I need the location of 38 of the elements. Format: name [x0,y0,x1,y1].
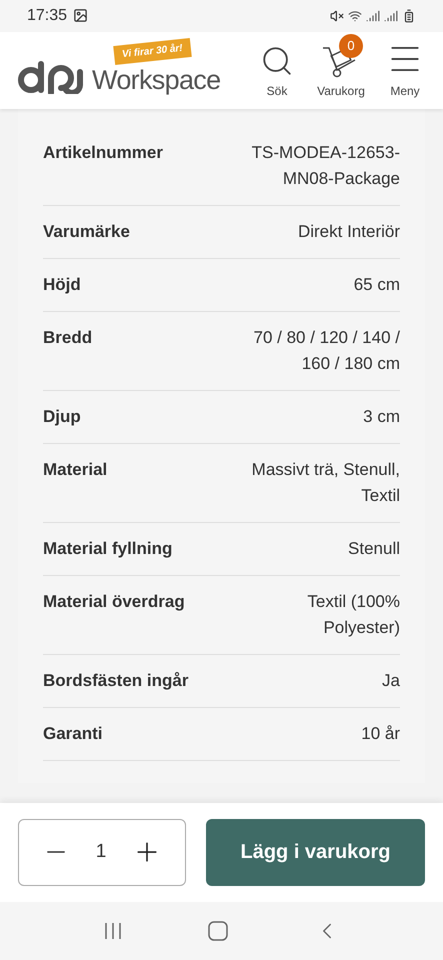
spec-value: Ja [382,670,400,692]
spec-label: Djup [43,406,81,428]
battery-icon [402,8,416,23]
spec-value: 10 år [361,722,400,745]
spec-label: Bredd [43,326,92,349]
spec-label: Varumärke [43,220,130,243]
wifi-icon [348,8,362,23]
spec-value: 65 cm [354,274,400,296]
spec-label: Material [43,458,108,481]
signal-icon [366,8,380,23]
spec-label: Bordsfästen ingår [43,670,188,692]
mute-icon [330,8,344,23]
cart-button[interactable]: Varukorg 0 [317,34,365,100]
image-icon [73,8,88,24]
spec-value: Stenull [348,538,400,560]
spec-label: Material överdrag [43,590,185,613]
signal-icon [384,8,398,23]
spec-label: Höjd [43,274,81,296]
spec-value: 70 / 80 / 120 / 140 / 160 / 180 cm [252,326,400,375]
cart-count-badge: 0 [339,34,363,58]
quantity-stepper[interactable]: 1 [18,818,186,886]
spec-value: Massivt trä, Stenull, Textil [250,458,400,507]
recent-apps-icon[interactable] [102,922,123,940]
spec-label: Artikelnummer [43,142,163,164]
quantity-value: 1 [96,840,106,864]
spec-value: Textil (100% Polyester) [306,590,400,639]
menu-button[interactable]: Meny [381,30,429,100]
add-to-cart-button[interactable]: Lägg i varukorg [206,818,425,886]
spec-value: TS-MODEA-12653-MN08-Package [250,142,400,190]
spec-label: Material fyllning [43,538,172,560]
spec-value: Direkt Interiör [298,220,400,243]
anniversary-ribbon: Vi firar 30 år! [113,38,192,66]
spec-value: 3 cm [363,406,400,428]
spec-label: Garanti [43,722,103,745]
search-button[interactable]: Sök [253,34,301,100]
home-icon[interactable] [208,921,228,942]
brand-name: Workspace [92,67,220,94]
status-time: 17:35 [27,6,68,26]
